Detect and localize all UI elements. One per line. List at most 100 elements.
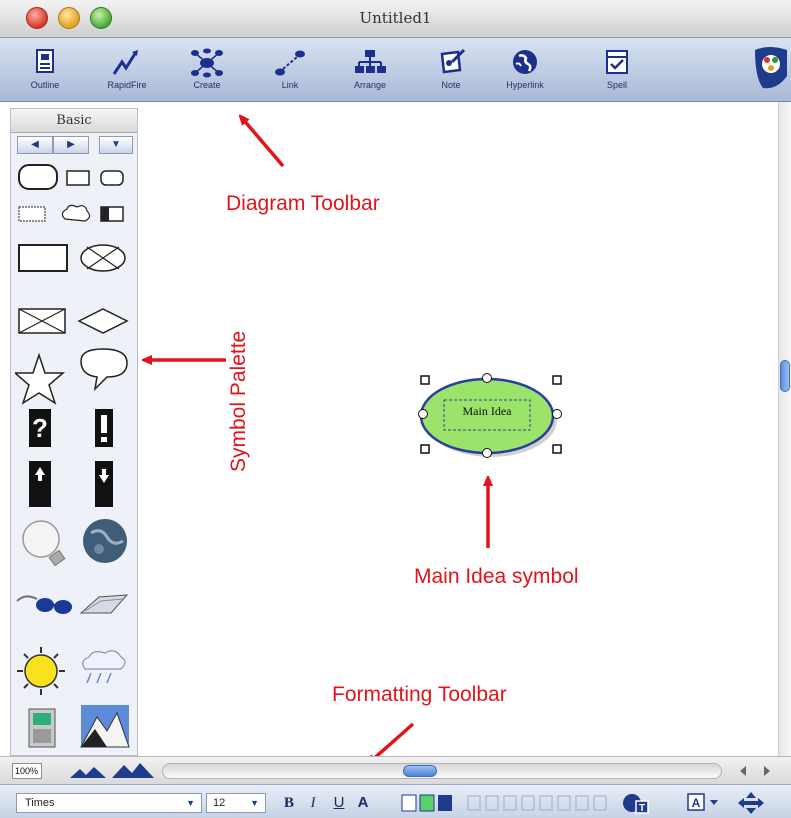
symbol-rectangle[interactable] (18, 244, 68, 272)
diagram-toolbar-annotation: Diagram Toolbar (226, 192, 380, 215)
svg-text:T: T (639, 803, 645, 814)
move-arrows-icon[interactable] (736, 791, 766, 815)
exclamation-dot (101, 437, 107, 442)
symbol-text-icon[interactable]: T (622, 791, 650, 815)
title-bar: Untitled1 (0, 0, 791, 38)
create-label: Create (193, 80, 221, 90)
symbol-palette-annotation: Symbol Palette (227, 330, 250, 472)
question-glyph: ? (32, 413, 48, 443)
symbol-rect-small[interactable] (66, 170, 90, 186)
hyperlink-label: Hyperlink (506, 80, 544, 90)
swatch-blue[interactable] (438, 795, 452, 811)
symbol-cloud-small[interactable] (61, 204, 91, 222)
symbol-palette: Basic ◀ ▶ ▼ ? (10, 108, 138, 756)
diagram-toolbar-arrow (242, 118, 285, 168)
app-logo[interactable] (747, 42, 791, 98)
outline-icon (36, 49, 54, 73)
font-value: Times (25, 797, 55, 809)
font-size-select[interactable]: 12 ▼ (206, 793, 266, 813)
outline-label: Outline (30, 80, 60, 90)
formatting-toolbar: Times ▼ 12 ▼ B I U A T A (0, 784, 791, 818)
symbol-rounded-rect-large[interactable] (18, 164, 58, 190)
palette-next-button[interactable]: ▶ (53, 136, 89, 154)
scroll-arrows (740, 766, 770, 776)
symbol-mountains[interactable] (80, 705, 130, 748)
note-icon (440, 48, 466, 74)
underline-button[interactable]: U (328, 793, 350, 813)
bold-button[interactable]: B (278, 793, 300, 813)
resize-handle-top-left[interactable] (420, 375, 430, 385)
text-color-button[interactable]: A (352, 793, 374, 813)
main-idea-annotation: Main Idea symbol (414, 565, 579, 588)
create-icon (191, 48, 223, 78)
symbol-rounded-rect-small[interactable] (100, 170, 124, 186)
hyperlink-button[interactable]: Hyperlink (490, 42, 560, 98)
symbol-rain-cloud[interactable] (82, 650, 126, 684)
arrange-label: Arrange (353, 80, 387, 90)
spell-button[interactable]: Spell (582, 42, 652, 98)
link-point-bottom[interactable] (482, 448, 492, 458)
symbol-diamond[interactable] (77, 308, 129, 334)
note-label: Note (441, 80, 461, 90)
zoom-field[interactable]: 100% (12, 763, 42, 779)
palette-prev-button[interactable]: ◀ (17, 136, 53, 154)
formatting-toolbar-annotation: Formatting Toolbar (332, 683, 507, 706)
symbol-book[interactable] (79, 594, 129, 614)
link-label: Link (281, 80, 299, 90)
formatting-toolbar-arrow (370, 722, 415, 756)
palette-title: Basic (11, 109, 137, 133)
font-select[interactable]: Times ▼ (16, 793, 202, 813)
italic-button[interactable]: I (302, 793, 324, 813)
zoom-in-icon[interactable] (112, 763, 154, 778)
resize-handle-bottom-left[interactable] (420, 444, 430, 454)
vertical-scrollbar[interactable] (778, 102, 791, 756)
palette-menu-button[interactable]: ▼ (99, 136, 133, 154)
symbol-phone[interactable] (28, 708, 56, 748)
zoom-buttons[interactable] (66, 763, 156, 779)
symbol-speech-bubble[interactable] (80, 348, 128, 392)
text-align-icon[interactable]: A (686, 792, 726, 814)
symbol-light-bulb[interactable] (22, 520, 66, 567)
font-size-value: 12 (213, 797, 226, 809)
color-swatches[interactable] (400, 793, 460, 813)
palette-symbols: ? (15, 164, 130, 748)
horizontal-scrollbar[interactable] (162, 763, 722, 779)
outline-button[interactable]: Outline (10, 42, 80, 98)
arrange-button[interactable]: Arrange (335, 42, 405, 98)
symbol-down-arrow[interactable] (95, 461, 113, 507)
scroll-left-arrow[interactable] (740, 766, 746, 776)
link-point-top[interactable] (482, 373, 492, 383)
swatch-green[interactable] (419, 794, 435, 812)
hyperlink-icon (513, 50, 537, 74)
diagram-toolbar: Outline RapidFire Create Link Arrange No… (0, 38, 791, 102)
rapidfire-label: RapidFire (107, 80, 147, 90)
symbol-glasses[interactable] (16, 595, 72, 614)
symbol-striped-rect-fill (101, 207, 109, 221)
symbol-globe[interactable] (83, 519, 127, 563)
symbol-sun[interactable] (17, 647, 65, 695)
svg-text:A: A (692, 796, 701, 810)
symbol-star[interactable] (15, 352, 66, 405)
resize-handle-bottom-right[interactable] (552, 444, 562, 454)
create-button[interactable]: Create (172, 42, 242, 98)
rapidfire-icon (112, 50, 138, 75)
vertical-scroll-thumb[interactable] (780, 360, 790, 392)
zoom-out-icon[interactable] (70, 767, 106, 778)
symbol-group-box[interactable] (18, 206, 46, 222)
rapidfire-button[interactable]: RapidFire (92, 42, 162, 98)
note-button[interactable]: Note (416, 42, 486, 98)
arrange-icon (355, 50, 386, 73)
spell-label: Spell (606, 80, 627, 90)
horizontal-scroll-thumb[interactable] (403, 765, 437, 777)
resize-handle-top-right[interactable] (552, 375, 562, 385)
swatch-white[interactable] (401, 794, 417, 812)
window-title: Untitled1 (359, 9, 432, 27)
link-point-left[interactable] (418, 409, 428, 419)
size-dropdown-arrow: ▼ (250, 798, 259, 808)
link-point-right[interactable] (552, 409, 562, 419)
scroll-right-arrow[interactable] (764, 766, 770, 776)
link-button[interactable]: Link (255, 42, 325, 98)
status-bar: 100% (0, 756, 791, 784)
line-style-buttons[interactable] (466, 793, 616, 813)
app-logo-icon (755, 47, 787, 89)
